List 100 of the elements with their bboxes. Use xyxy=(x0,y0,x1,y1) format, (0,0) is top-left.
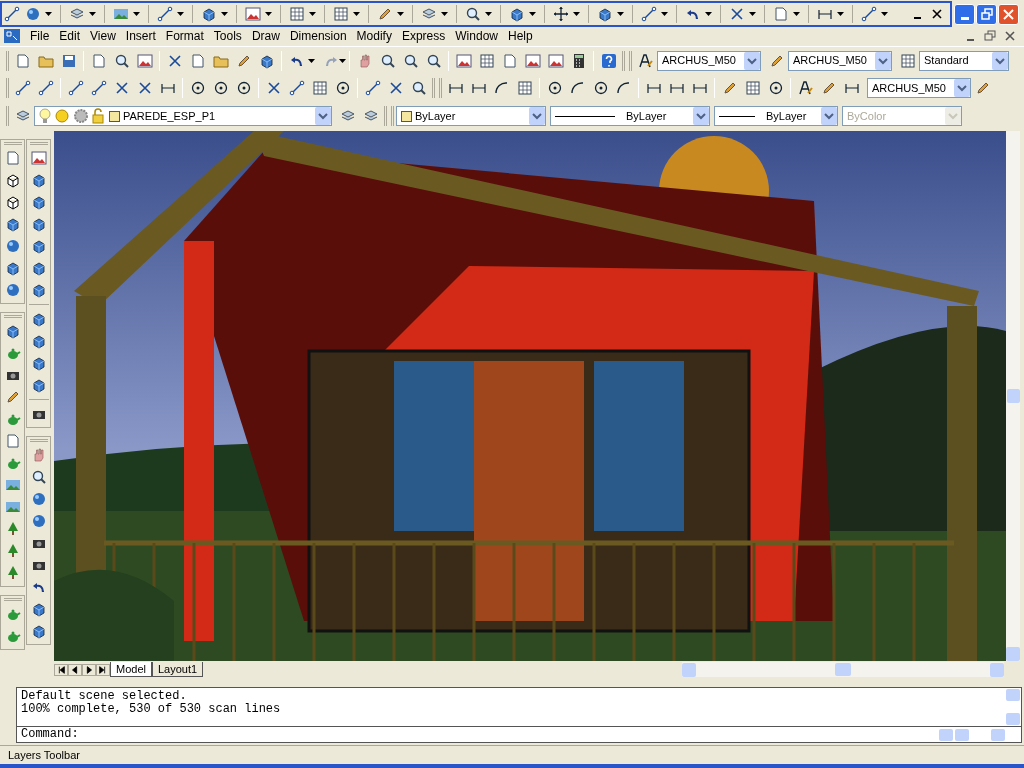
restore-button[interactable] xyxy=(976,3,997,25)
cube-icon[interactable] xyxy=(30,333,47,349)
zoom-icon[interactable] xyxy=(113,52,130,69)
cube-icon[interactable] xyxy=(597,6,613,22)
picture-icon[interactable] xyxy=(547,52,564,69)
cross-icon[interactable] xyxy=(265,80,282,96)
horizontal-scrollbar[interactable] xyxy=(682,662,1004,677)
cube-icon[interactable] xyxy=(4,216,21,232)
gear-icon[interactable] xyxy=(73,108,89,124)
arc-icon[interactable] xyxy=(569,80,586,96)
cube-icon[interactable] xyxy=(30,311,47,327)
line-icon[interactable] xyxy=(641,6,657,22)
sphere-icon[interactable] xyxy=(30,513,47,529)
caret-icon[interactable] xyxy=(309,12,316,16)
pencil-icon[interactable] xyxy=(377,6,393,22)
cube-icon[interactable] xyxy=(201,6,217,22)
caret-icon[interactable] xyxy=(441,12,448,16)
command-window[interactable]: Default scene selected. 100% complete, 530 of 530 scan lines Command: xyxy=(16,687,1022,743)
last-tab-button[interactable] xyxy=(96,663,110,676)
caret-icon[interactable] xyxy=(485,12,492,16)
caret-icon[interactable] xyxy=(339,58,346,63)
dimension-style-dropdown[interactable]: ARCHUS_M50 xyxy=(867,78,971,98)
sun-icon[interactable] xyxy=(54,108,70,124)
line-icon[interactable] xyxy=(37,80,54,96)
document-close-button[interactable] xyxy=(1002,29,1018,43)
menu-item[interactable]: File xyxy=(25,27,55,45)
close-icon[interactable] xyxy=(932,9,942,19)
menu-item[interactable]: View xyxy=(85,27,121,45)
layout-tab[interactable]: Layout1 xyxy=(151,662,204,677)
grid-icon[interactable] xyxy=(744,80,761,96)
dimension-style-dropdown[interactable]: ARCHUS_M50 xyxy=(788,50,892,71)
next-tab-button[interactable] xyxy=(82,663,96,676)
menu-item[interactable]: Help xyxy=(503,27,538,45)
line-icon[interactable] xyxy=(90,80,107,96)
menu-item[interactable]: Window xyxy=(450,27,503,45)
page-icon[interactable] xyxy=(189,52,206,69)
command-prompt[interactable]: Command: xyxy=(21,728,79,741)
sphere-icon[interactable] xyxy=(25,6,41,22)
first-tab-button[interactable] xyxy=(54,663,68,676)
menu-item[interactable]: Express xyxy=(396,27,451,45)
circle-icon[interactable] xyxy=(189,80,206,96)
menu-item[interactable]: Dimension xyxy=(284,27,352,45)
layer-dropdown[interactable]: PAREDE_ESP_P1 xyxy=(34,106,332,126)
circle-icon[interactable] xyxy=(546,80,563,96)
caret-icon[interactable] xyxy=(881,12,888,16)
line-icon[interactable] xyxy=(67,80,84,96)
cube-icon[interactable] xyxy=(30,172,47,188)
zoom-icon[interactable] xyxy=(379,52,396,69)
circle-icon[interactable] xyxy=(592,80,609,96)
caret-icon[interactable] xyxy=(617,12,624,16)
caret-icon[interactable] xyxy=(308,58,315,63)
text-style-icon[interactable] xyxy=(797,80,814,96)
menu-item[interactable]: Draw xyxy=(246,27,285,45)
page-icon[interactable] xyxy=(4,433,21,449)
table-style-dropdown[interactable]: Standard xyxy=(919,50,1009,71)
caret-icon[interactable] xyxy=(89,12,96,16)
picture-icon[interactable] xyxy=(524,52,541,69)
picture-icon[interactable] xyxy=(136,52,153,69)
move-icon[interactable] xyxy=(553,6,569,22)
caret-icon[interactable] xyxy=(133,12,140,16)
text-style-icon[interactable] xyxy=(637,52,654,69)
pencil-icon[interactable] xyxy=(4,389,21,405)
picture-icon[interactable] xyxy=(245,6,261,22)
line-icon[interactable] xyxy=(157,6,173,22)
caret-icon[interactable] xyxy=(221,12,228,16)
grid-icon[interactable] xyxy=(333,6,349,22)
grid-icon[interactable] xyxy=(478,52,495,69)
cross-icon[interactable] xyxy=(729,6,745,22)
page-icon[interactable] xyxy=(14,52,31,69)
wireframe-cube-icon[interactable] xyxy=(4,172,21,188)
app-icon[interactable] xyxy=(4,29,20,43)
scroll-thumb[interactable] xyxy=(955,728,969,741)
caret-icon[interactable] xyxy=(265,12,272,16)
landscape-icon[interactable] xyxy=(4,477,21,493)
caret-icon[interactable] xyxy=(705,12,712,16)
circle-icon[interactable] xyxy=(212,80,229,96)
scroll-thumb[interactable] xyxy=(1006,389,1020,403)
cross-icon[interactable] xyxy=(136,80,153,96)
cross-icon[interactable] xyxy=(113,80,130,96)
zoom-icon[interactable] xyxy=(30,469,47,485)
page-icon[interactable] xyxy=(501,52,518,69)
page-icon[interactable] xyxy=(4,150,21,166)
caret-icon[interactable] xyxy=(397,12,404,16)
menu-item[interactable]: Insert xyxy=(120,27,161,45)
help-icon[interactable] xyxy=(600,52,617,69)
cube-icon[interactable] xyxy=(30,260,47,276)
zoom-icon[interactable] xyxy=(425,52,442,69)
picture-icon[interactable] xyxy=(30,150,47,166)
cube-icon[interactable] xyxy=(30,194,47,210)
minimize-button[interactable] xyxy=(954,3,975,25)
line-icon[interactable] xyxy=(364,80,381,96)
circle-icon[interactable] xyxy=(334,80,351,96)
line-icon[interactable] xyxy=(861,6,877,22)
caret-icon[interactable] xyxy=(529,12,536,16)
text-style-dropdown[interactable]: ARCHUS_M50 xyxy=(657,50,761,71)
caret-icon[interactable] xyxy=(573,12,580,16)
grid-icon[interactable] xyxy=(311,80,328,96)
menu-item[interactable]: Tools xyxy=(208,27,247,45)
line-icon[interactable] xyxy=(288,80,305,96)
caret-icon[interactable] xyxy=(45,12,52,16)
